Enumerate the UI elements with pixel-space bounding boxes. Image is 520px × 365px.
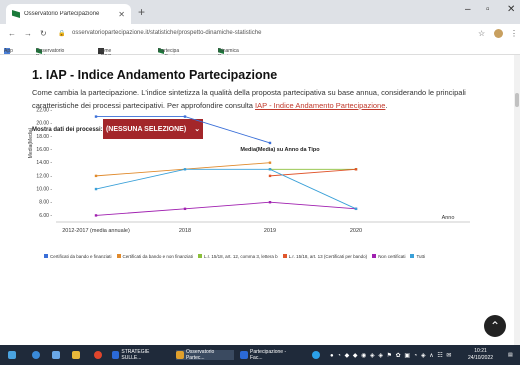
chrome-icon[interactable] [94,350,102,360]
windows-logo-icon [8,351,16,359]
legend-swatch [197,254,202,258]
data-point [183,115,187,118]
tab-title: Osservatorio Partecipazione [24,11,100,17]
taskbar-app-label: Osservatorio Partec... [185,349,215,361]
y-tick-label: 10.00 - [36,187,52,193]
data-point [268,201,272,204]
y-tick-label: 8.00 - [39,200,52,206]
legend-label: Certificati da bando e non finanziati [122,254,193,259]
scrollbar-thumb[interactable] [515,93,519,107]
data-point [183,168,187,171]
y-tick-label: 16.00 - [36,147,52,153]
avatar[interactable] [494,28,503,38]
task-view-icon[interactable] [52,350,60,360]
x-tick-label: 2019 [264,228,276,234]
legend-label: L.r. 15/18, art. 12, comma 3, lettera b [203,254,278,259]
clock[interactable]: 10:21 24/10/2022 [468,348,493,362]
y-tick-label: 6.00 - [39,213,52,219]
y-tick-label: 18.00 - [36,134,52,140]
series-line [96,116,271,144]
taskbar-app-label: STRATEGIE SULLE... [121,349,150,361]
legend-item[interactable]: Non certificati [372,253,405,261]
restore-icon[interactable]: ▫ [486,4,490,15]
search-icon[interactable] [32,350,40,360]
x-axis-label: Anno [442,215,455,221]
y-tick-label: 14.00 - [36,160,52,166]
legend-item[interactable]: Certificati da bando e finanziati [44,253,112,261]
data-point [268,168,272,171]
scrollbar[interactable] [514,55,520,345]
x-tick-label: 2012-2017 (media annuale) [62,228,130,234]
data-point [94,214,98,217]
legend-label: Certificati da bando e finanziati [50,254,112,259]
data-point [268,174,272,178]
taskbar-app[interactable]: STRATEGIE SULLE... [112,349,167,361]
bookmarks-bar: App Osservatorio Partec... Home - BBC Ne… [0,42,520,66]
reload-icon[interactable]: ↻ [40,29,47,38]
data-point [94,174,98,178]
legend-label: L.r. 15/18, art. 13 (Certificati per ban… [288,254,368,259]
close-window-icon[interactable]: ✕ [507,4,515,15]
legend-swatch [282,254,287,258]
data-point [354,207,358,211]
site-favicon-icon [12,10,20,18]
minimize-icon[interactable]: – [465,4,471,15]
legend-swatch [116,254,121,258]
data-point [94,115,98,118]
legend-item[interactable]: Tutti [410,253,425,261]
data-point [268,161,272,164]
url-text[interactable]: osservatoriopartecipazione.it/statistich… [72,30,261,36]
browser-tab-bar: Osservatorio Partecipazione ✕ + – ▫ ✕ [0,0,520,24]
legend-swatch [44,254,48,258]
x-tick-label: 2018 [179,228,191,234]
legend-label: Tutti [416,254,426,259]
start-icon[interactable] [8,350,16,360]
data-point [94,187,98,191]
new-tab-icon[interactable]: + [138,5,145,19]
series-line [95,201,357,216]
legend-swatch [410,254,415,258]
menu-icon[interactable]: ⋮ [510,29,518,38]
close-tab-icon[interactable]: ✕ [118,10,125,19]
taskbar-app[interactable]: Osservatorio Partec... [176,349,234,361]
notifications-icon[interactable]: ▤ [508,350,513,360]
system-tray[interactable]: ● ◔ ◆ ◆ ◉ ◈ ◈ ⚑ ✿ ▣ ◔ ◈ ∧ ☷ ✉ [330,350,460,360]
scroll-top-button[interactable]: ⌃ [484,315,506,337]
file-explorer-icon[interactable] [72,350,80,360]
data-point [354,168,358,171]
y-tick-label: 20.00 - [36,121,52,127]
y-tick-label: 22.00 - [36,108,52,114]
series-line [95,168,357,210]
taskbar-app[interactable]: Partecipazione - Fac... [240,349,300,361]
line-chart: 22.00 - 20.00 - 18.00 - 16.00 - 14.00 - 12.00… [28,108,470,234]
x-tick-label: 2020 [350,228,362,234]
address-bar: ← → ↻ 🔒 osservatoriopartecipazione.it/st… [0,24,520,42]
legend-item[interactable]: Certificati da bando e non finanziati [116,253,193,261]
clock-date: 24/10/2022 [468,355,494,361]
star-icon[interactable]: ☆ [478,29,485,38]
legend-item[interactable]: L.r. 15/18, art. 12, comma 3, lettera b [197,253,278,261]
data-point [183,207,187,211]
legend-item[interactable]: L.r. 15/18, art. 13 (Certificati per ban… [282,253,368,261]
chart-legend: Certificati da bando e finanziati Certifi… [44,253,464,261]
clock-time: 10:21 [474,348,487,354]
y-axis-label: Media(Media) [28,127,34,158]
legend-swatch [372,254,377,258]
forward-icon[interactable]: → [24,29,32,38]
data-point [268,141,272,145]
legend-label: Non certificati [378,254,406,259]
skype-icon[interactable] [312,350,320,360]
taskbar: STRATEGIE SULLE... Osservatorio Partec..… [0,345,520,365]
browser-tab[interactable]: Osservatorio Partecipazione ✕ [6,4,131,24]
taskbar-app-label: Partecipazione - Fac... [250,349,287,361]
y-tick-label: 12.00 - [36,173,52,179]
lock-icon: 🔒 [58,30,66,37]
back-icon[interactable]: ← [8,29,16,38]
bookmark-label: App [4,48,13,54]
